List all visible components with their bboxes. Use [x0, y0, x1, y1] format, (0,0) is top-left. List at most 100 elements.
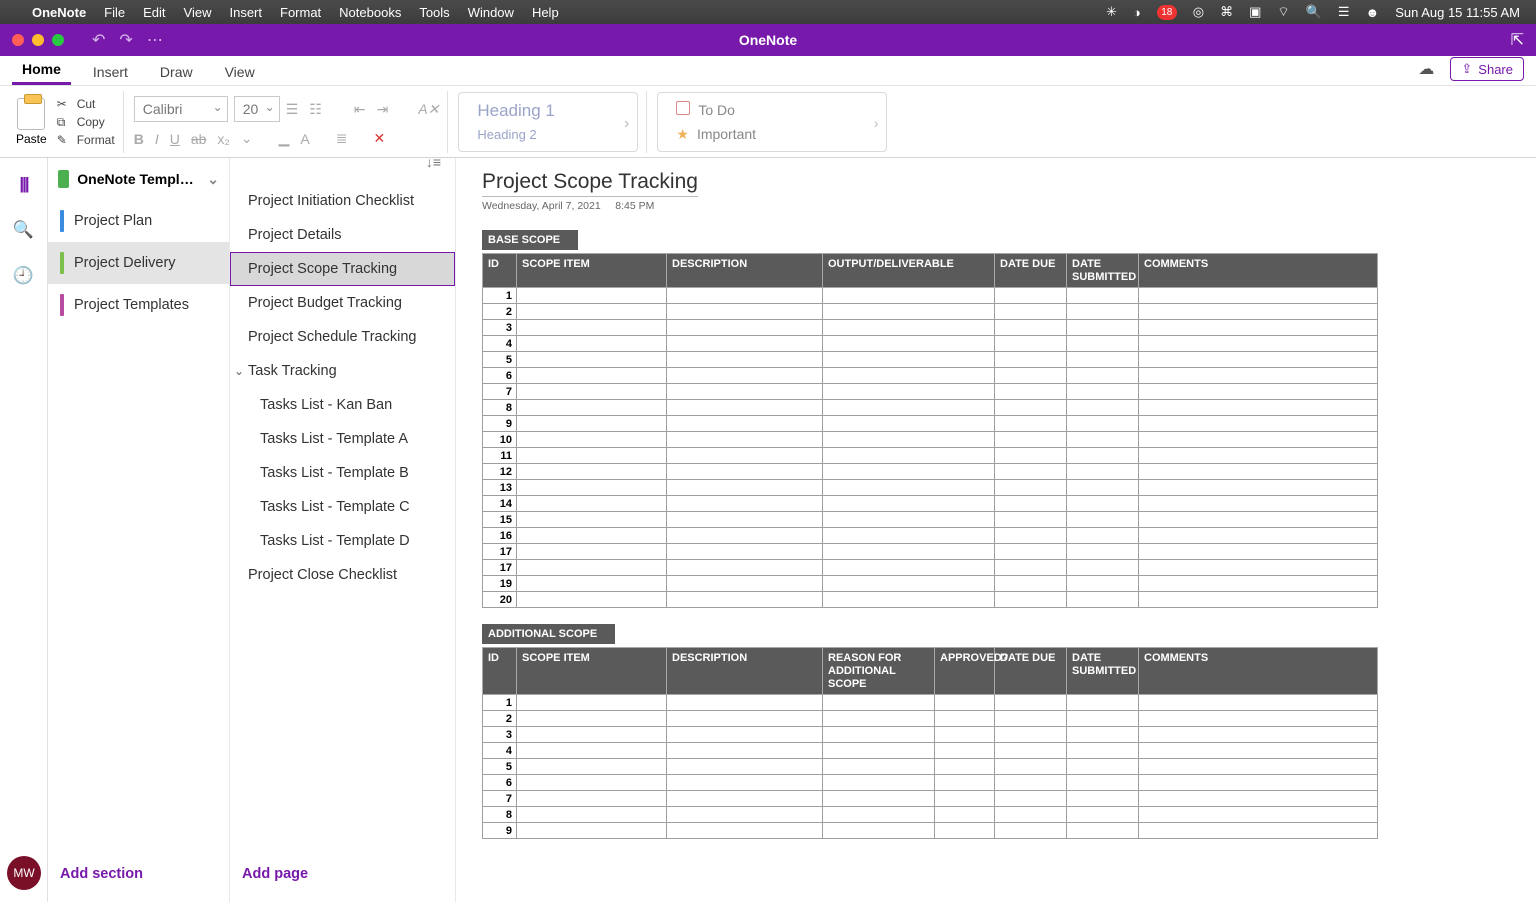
tag-todo[interactable]: To Do — [676, 101, 854, 118]
table-row[interactable]: 12 — [483, 464, 1378, 480]
style-heading1[interactable]: Heading 1 — [477, 101, 605, 121]
subscript-button[interactable]: x₂ — [217, 131, 229, 147]
bold-button[interactable]: B — [134, 131, 144, 147]
table-row[interactable]: 5 — [483, 759, 1378, 775]
section-item-project-plan[interactable]: Project Plan — [48, 200, 229, 242]
style-heading2[interactable]: Heading 2 — [477, 127, 605, 142]
format-painter-button[interactable]: ✎Format — [57, 133, 115, 147]
table-row[interactable]: 10 — [483, 432, 1378, 448]
font-size-select[interactable]: 20 — [234, 96, 280, 122]
table-row[interactable]: 15 — [483, 512, 1378, 528]
page-item[interactable]: Tasks List - Template B — [230, 456, 455, 490]
share-button[interactable]: ⇪ Share — [1450, 57, 1524, 81]
page-item[interactable]: Project Budget Tracking — [230, 286, 455, 320]
paste-button[interactable]: Paste — [16, 98, 47, 146]
avatar[interactable]: MW — [7, 856, 41, 890]
table-row[interactable]: 8 — [483, 807, 1378, 823]
page-item[interactable]: Tasks List - Kan Ban — [230, 388, 455, 422]
font-color-button[interactable]: A — [300, 131, 309, 147]
menu-notebooks[interactable]: Notebooks — [339, 5, 401, 20]
outdent-icon[interactable]: ⇤ — [354, 101, 366, 118]
table-row[interactable]: 19 — [483, 576, 1378, 592]
strikethrough-button[interactable]: ab — [191, 131, 207, 147]
menu-help[interactable]: Help — [532, 5, 559, 20]
window-traffic-lights[interactable] — [12, 34, 64, 46]
page-item[interactable]: Project Close Checklist — [230, 558, 455, 592]
table-row[interactable]: 5 — [483, 352, 1378, 368]
status-weather-icon[interactable]: ◑ — [1133, 5, 1141, 20]
search-icon[interactable]: 🔍 — [13, 220, 35, 240]
notebook-picker[interactable]: OneNote Template for Project Management … — [48, 158, 229, 200]
tab-view[interactable]: View — [215, 58, 265, 85]
menu-file[interactable]: File — [104, 5, 125, 20]
table-row[interactable]: 2 — [483, 304, 1378, 320]
status-wifi-icon[interactable]: ⌔ — [1277, 4, 1289, 20]
add-page-button[interactable]: Add page — [230, 850, 455, 902]
add-section-button[interactable]: Add section — [48, 850, 229, 902]
copy-button[interactable]: ⧉Copy — [57, 115, 115, 129]
table-row[interactable]: 11 — [483, 448, 1378, 464]
status-control-center-icon[interactable]: ☰ — [1338, 4, 1350, 20]
titlebar-expand-icon[interactable]: ⇱ — [1511, 30, 1524, 50]
page-item[interactable]: Project Scope Tracking — [230, 252, 455, 286]
delete-icon[interactable]: ✕ — [373, 130, 385, 147]
tab-insert[interactable]: Insert — [83, 58, 138, 85]
table-row[interactable]: 6 — [483, 775, 1378, 791]
tags-gallery[interactable]: To Do ★Important › — [657, 92, 887, 152]
recent-icon[interactable]: 🕘 — [13, 266, 35, 286]
status-gear-icon[interactable]: ✳︎ — [1106, 4, 1117, 20]
note-canvas[interactable]: ◦ Project Scope Tracking Wednesday, Apri… — [456, 158, 1536, 902]
additional-scope-table[interactable]: IDSCOPE ITEMDESCRIPTIONREASON FOR ADDITI… — [482, 647, 1378, 839]
window-zoom-icon[interactable] — [52, 34, 64, 46]
underline-button[interactable]: U — [170, 131, 180, 147]
base-scope-table[interactable]: IDSCOPE ITEMDESCRIPTIONOUTPUT/DELIVERABL… — [482, 253, 1378, 608]
tab-draw[interactable]: Draw — [150, 58, 203, 85]
bullets-icon[interactable]: ☰ — [286, 101, 299, 118]
window-close-icon[interactable] — [12, 34, 24, 46]
status-user-icon[interactable]: ☻ — [1366, 5, 1380, 20]
table-row[interactable]: 1 — [483, 695, 1378, 711]
clear-format-icon[interactable]: A✕ — [418, 101, 439, 118]
italic-button[interactable]: I — [155, 131, 159, 147]
table-row[interactable]: 4 — [483, 336, 1378, 352]
section-item-project-templates[interactable]: Project Templates — [48, 284, 229, 326]
table-row[interactable]: 8 — [483, 400, 1378, 416]
table-row[interactable]: 20 — [483, 592, 1378, 608]
table-row[interactable]: 1 — [483, 288, 1378, 304]
table-row[interactable]: 13 — [483, 480, 1378, 496]
menubar-app[interactable]: OneNote — [32, 5, 86, 20]
menu-insert[interactable]: Insert — [229, 5, 262, 20]
page-item[interactable]: Task Tracking — [230, 354, 455, 388]
note-title[interactable]: Project Scope Tracking — [482, 170, 698, 197]
page-item[interactable]: Project Initiation Checklist — [230, 184, 455, 218]
section-item-project-delivery[interactable]: Project Delivery — [48, 242, 229, 284]
table-row[interactable]: 3 — [483, 320, 1378, 336]
tab-home[interactable]: Home — [12, 55, 71, 85]
superscript-button[interactable]: ⌄ — [241, 130, 253, 147]
table-row[interactable]: 17 — [483, 560, 1378, 576]
font-name-select[interactable]: Calibri — [134, 96, 228, 122]
styles-gallery[interactable]: Heading 1 Heading 2 › — [458, 92, 638, 152]
qat-redo-icon[interactable]: ↷ — [119, 30, 132, 50]
notebooks-icon[interactable]: ||| — [13, 174, 35, 194]
cut-button[interactable]: ✂︎Cut — [57, 97, 115, 111]
table-row[interactable]: 2 — [483, 711, 1378, 727]
menu-edit[interactable]: Edit — [143, 5, 165, 20]
status-notification-badge[interactable]: 18 — [1157, 5, 1177, 20]
table-row[interactable]: 9 — [483, 416, 1378, 432]
qat-undo-icon[interactable]: ↶ — [92, 30, 105, 50]
numbering-icon[interactable]: ☷ — [309, 101, 322, 118]
status-search-icon[interactable]: 🔍 — [1306, 4, 1322, 20]
table-row[interactable]: 7 — [483, 791, 1378, 807]
table-row[interactable]: 3 — [483, 727, 1378, 743]
qat-more-icon[interactable]: ⋯ — [147, 30, 163, 50]
indent-icon[interactable]: ⇥ — [377, 101, 389, 118]
table-row[interactable]: 6 — [483, 368, 1378, 384]
table-row[interactable]: 9 — [483, 823, 1378, 839]
menu-view[interactable]: View — [184, 5, 212, 20]
page-item[interactable]: Project Details — [230, 218, 455, 252]
sort-pages-button[interactable]: ↓≡ — [230, 154, 455, 170]
page-item[interactable]: Tasks List - Template D — [230, 524, 455, 558]
window-minimize-icon[interactable] — [32, 34, 44, 46]
menu-window[interactable]: Window — [468, 5, 514, 20]
